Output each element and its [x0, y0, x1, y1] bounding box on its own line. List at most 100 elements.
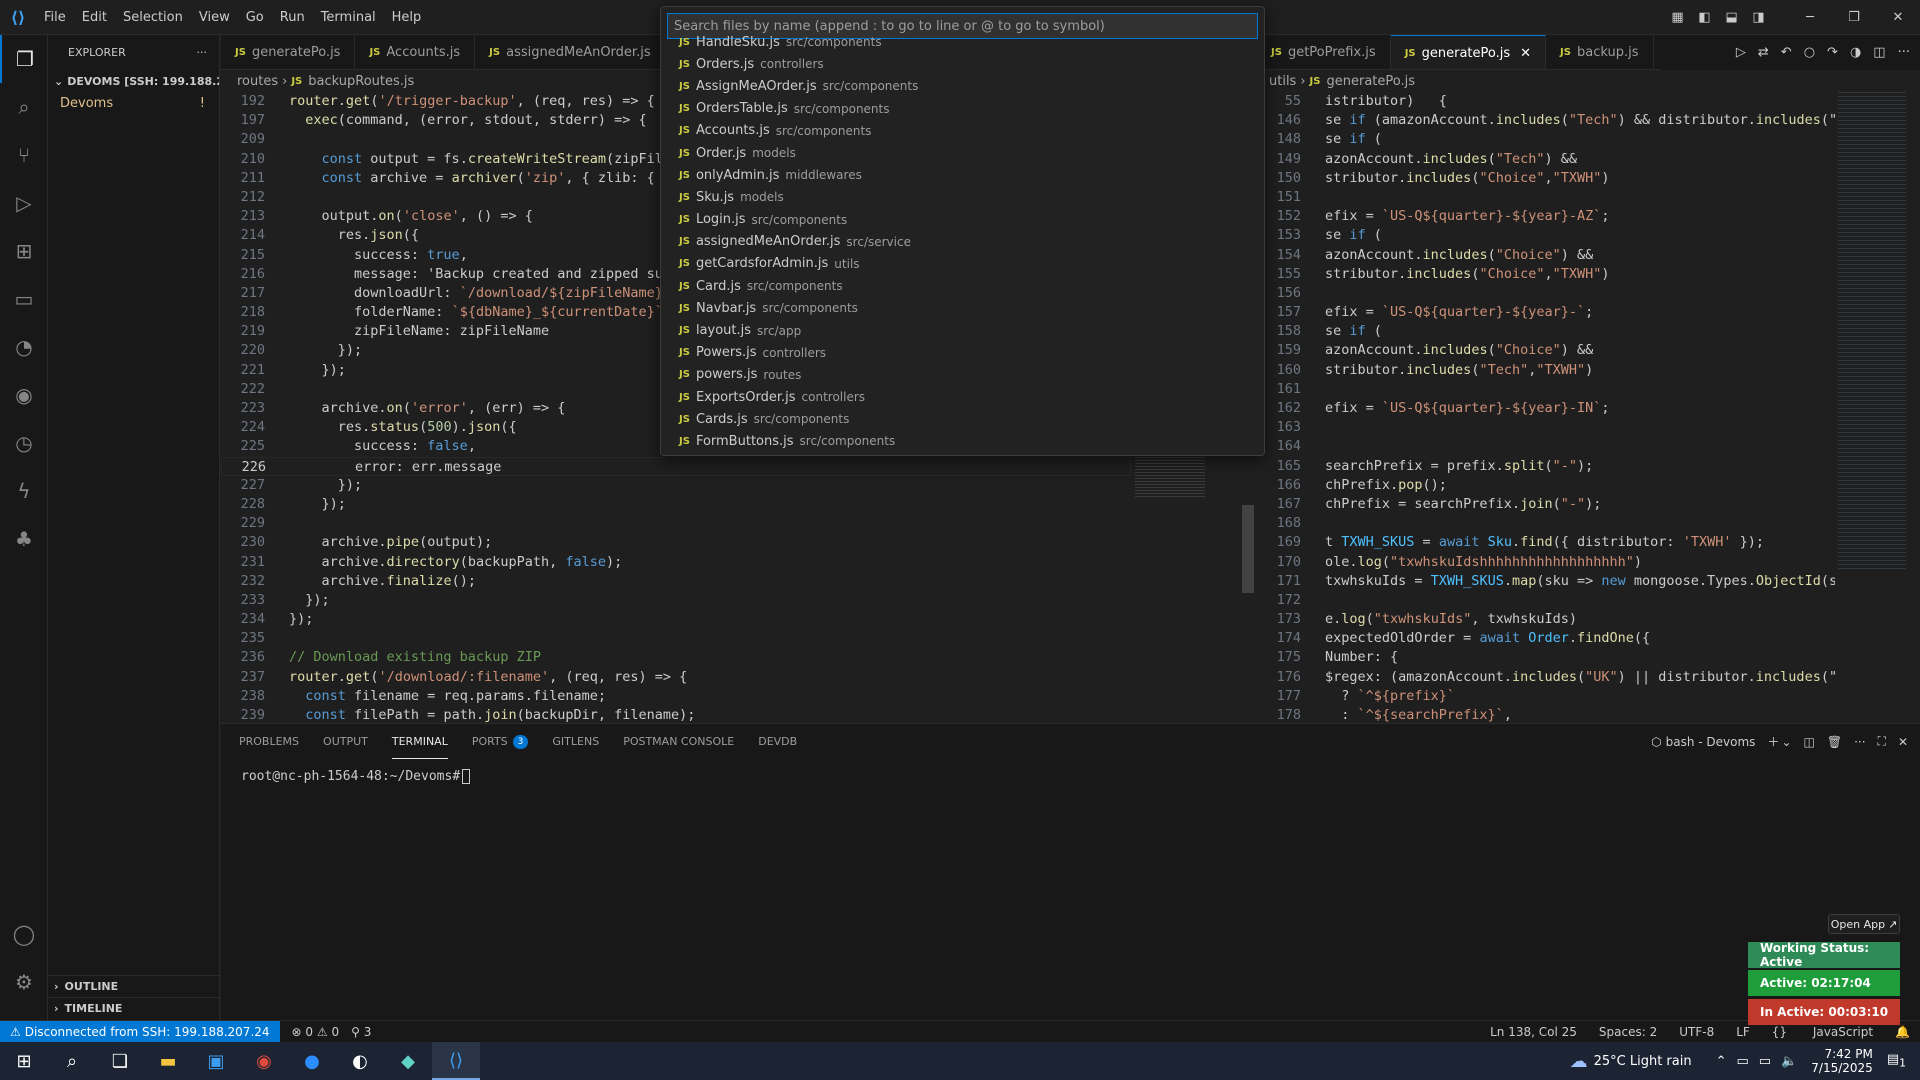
app-2-icon[interactable]: ◆ [384, 1042, 432, 1080]
chevron-down-icon[interactable]: ⌄ [1781, 735, 1791, 749]
quick-open-item[interactable]: JS Order.js models [661, 142, 1264, 164]
editor-tab[interactable]: JS assignedMeAnOrder.js [475, 35, 666, 69]
code-line[interactable]: 230 archive.pipe(output); [221, 533, 1131, 552]
gitlens-action-icon[interactable]: ◑ [1850, 45, 1861, 60]
menu-edit[interactable]: Edit [74, 0, 115, 35]
quick-open-item[interactable]: JS AssignMeAOrder.js src/components [661, 75, 1264, 97]
code-line[interactable]: 153 se if ( [1257, 226, 1835, 245]
code-line[interactable]: 162 efix = `US-Q${quarter}-${year}-IN`; [1257, 399, 1835, 418]
quick-open-item[interactable]: JS Navbar.js src/components [661, 297, 1264, 319]
code-line[interactable]: 148 se if ( [1257, 130, 1835, 149]
outline-section[interactable]: › OUTLINE [48, 975, 220, 997]
workspace-folder[interactable]: ⌄DEVOMS [SSH: 199.188.20... [48, 70, 219, 92]
breadcrumb-item[interactable]: generatePo.js [1326, 74, 1415, 89]
quick-open-item[interactable]: JS HandleSku.js src/components [661, 31, 1264, 53]
code-line[interactable]: 165 searchPrefix = prefix.split("-"); [1257, 457, 1835, 476]
weather-text[interactable]: 25°C Light rain [1594, 1054, 1692, 1069]
open-app-button[interactable]: Open App ↗ [1828, 914, 1900, 934]
code-line[interactable]: 146 se if (amazonAccount.includes("Tech")… [1257, 111, 1835, 130]
code-line[interactable]: 232 archive.finalize(); [221, 572, 1131, 591]
more-icon[interactable]: ··· [1854, 735, 1865, 749]
code-line[interactable]: 177 ? `^${prefix}` [1257, 687, 1835, 706]
indentation[interactable]: Spaces: 2 [1599, 1025, 1657, 1039]
new-terminal-icon[interactable]: ＋ [1767, 733, 1779, 750]
code-line[interactable]: 237 router.get('/download/:filename', (re… [221, 668, 1131, 687]
code-line[interactable]: 238 const filename = req.params.filename… [221, 687, 1131, 706]
quick-open-item[interactable]: JS Sku.js models [661, 186, 1264, 208]
code-line[interactable]: 149 azonAccount.includes("Tech") && [1257, 150, 1835, 169]
start-icon[interactable]: ⊞ [0, 1042, 48, 1080]
search-icon[interactable]: ⌕ [0, 83, 48, 131]
ports-indicator[interactable]: ⚲ 3 [351, 1025, 371, 1039]
more-actions-icon[interactable]: ··· [197, 46, 208, 59]
code-line[interactable]: 158 se if ( [1257, 322, 1835, 341]
panel-tab-gitlens[interactable]: GITLENS [552, 724, 599, 759]
code-line[interactable]: 151 [1257, 188, 1835, 207]
chrome-icon[interactable]: ◉ [240, 1042, 288, 1080]
gear-icon[interactable]: ⚙ [0, 958, 48, 1006]
quick-open-item[interactable]: JS Card.js src/components [661, 275, 1264, 297]
compare-icon[interactable]: ⇄ [1758, 45, 1769, 60]
code-line[interactable]: 175 Number: { [1257, 648, 1835, 667]
code-line[interactable]: 163 [1257, 418, 1835, 437]
search-taskbar-icon[interactable]: ⌕ [48, 1042, 96, 1080]
code-line[interactable]: 150 stributor.includes("Choice","TXWH") [1257, 169, 1835, 188]
terminal-shell-label[interactable]: bash - Devoms [1666, 735, 1756, 749]
code-line[interactable]: 231 archive.directory(backupPath, false)… [221, 553, 1131, 572]
quick-open-item[interactable]: JS Orders.js controllers [661, 53, 1264, 75]
volume-icon[interactable]: 🔈 [1781, 1054, 1797, 1069]
split-editor-icon[interactable]: ◫ [1873, 45, 1885, 60]
vscode-taskbar-icon[interactable]: ⟨⟩ [432, 1042, 480, 1080]
code-line[interactable]: 154 azonAccount.includes("Choice") && [1257, 246, 1835, 265]
timeline-section[interactable]: › TIMELINE [48, 997, 220, 1019]
minimize-icon[interactable]: ─ [1788, 10, 1832, 25]
code-line[interactable]: 164 [1257, 437, 1835, 456]
thunder-icon[interactable]: ϟ [0, 467, 48, 515]
quick-open-item[interactable]: JS Powers.js controllers [661, 342, 1264, 364]
code-line[interactable]: 176 $regex: (amazonAccount.includes("UK")… [1257, 668, 1835, 687]
code-line[interactable]: 161 [1257, 380, 1835, 399]
explorer-icon[interactable]: ❐ [0, 35, 48, 83]
editor-tab[interactable]: JS Accounts.js [355, 35, 476, 69]
cursor-position[interactable]: Ln 138, Col 25 [1490, 1025, 1577, 1039]
quick-open-item[interactable]: JS onlyAdmin.js middlewares [661, 164, 1264, 186]
problems-indicator[interactable]: ⊗ 0 ⚠ 0 [292, 1025, 340, 1039]
code-line[interactable]: 156 [1257, 284, 1835, 303]
toggle-panel-icon[interactable]: ⬓ [1718, 10, 1745, 25]
code-line[interactable]: 169 t TXWH_SKUS = await Sku.find({ distri… [1257, 533, 1835, 552]
code-line[interactable]: 234}); [221, 610, 1131, 629]
source-control-icon[interactable]: ⑂ [0, 131, 48, 179]
menu-file[interactable]: File [36, 0, 74, 35]
breadcrumb-item[interactable]: utils [1269, 74, 1296, 89]
tray-app-icon[interactable]: ▭ [1737, 1054, 1749, 1069]
quick-open-item[interactable]: JS Accounts.js src/components [661, 120, 1264, 142]
panel-tab-devdb[interactable]: DEVDB [758, 724, 797, 759]
code-line[interactable]: 171 txwhskuIds = TXWH_SKUS.map(sku => new… [1257, 572, 1835, 591]
right-minimap[interactable] [1838, 92, 1906, 572]
code-line[interactable]: 172 [1257, 591, 1835, 610]
code-line[interactable]: 226 error: err.message [221, 456, 1131, 476]
app-icon[interactable]: ◐ [336, 1042, 384, 1080]
panel-tab-postman-console[interactable]: POSTMAN CONSOLE [623, 724, 734, 759]
code-line[interactable]: 229 [221, 514, 1131, 533]
python-icon[interactable]: ♣ [0, 515, 48, 563]
circle-icon[interactable]: ○ [1804, 45, 1815, 60]
code-line[interactable]: 236 // Download existing backup ZIP [221, 648, 1131, 667]
code-line[interactable]: 155 stributor.includes("Choice","TXWH") [1257, 265, 1835, 284]
code-line[interactable]: 167 chPrefix = searchPrefix.join("-"); [1257, 495, 1835, 514]
menu-selection[interactable]: Selection [115, 0, 191, 35]
quick-open-item[interactable]: JS OrdersTable.js src/components [661, 98, 1264, 120]
left-scrollbar[interactable] [1242, 505, 1254, 593]
close-window-icon[interactable]: ✕ [1876, 10, 1920, 25]
quick-open-item[interactable]: JS powers.js routes [661, 364, 1264, 386]
restore-icon[interactable]: ❐ [1832, 10, 1876, 25]
code-line[interactable]: 166 chPrefix.pop(); [1257, 476, 1835, 495]
right-editor[interactable]: 55 istributor) {146 se if (amazonAccount.i… [1257, 92, 1835, 722]
quick-open-item[interactable]: JS layout.js src/app [661, 319, 1264, 341]
clock[interactable]: 7:42 PM 7/15/2025 [1811, 1047, 1873, 1075]
more-editor-actions-icon[interactable]: ··· [1898, 45, 1910, 60]
code-line[interactable]: 160 stributor.includes("Tech","TXWH") [1257, 361, 1835, 380]
close-panel-icon[interactable]: ✕ [1898, 735, 1908, 749]
panel-tab-output[interactable]: OUTPUT [323, 724, 368, 759]
code-line[interactable]: 228 }); [221, 495, 1131, 514]
